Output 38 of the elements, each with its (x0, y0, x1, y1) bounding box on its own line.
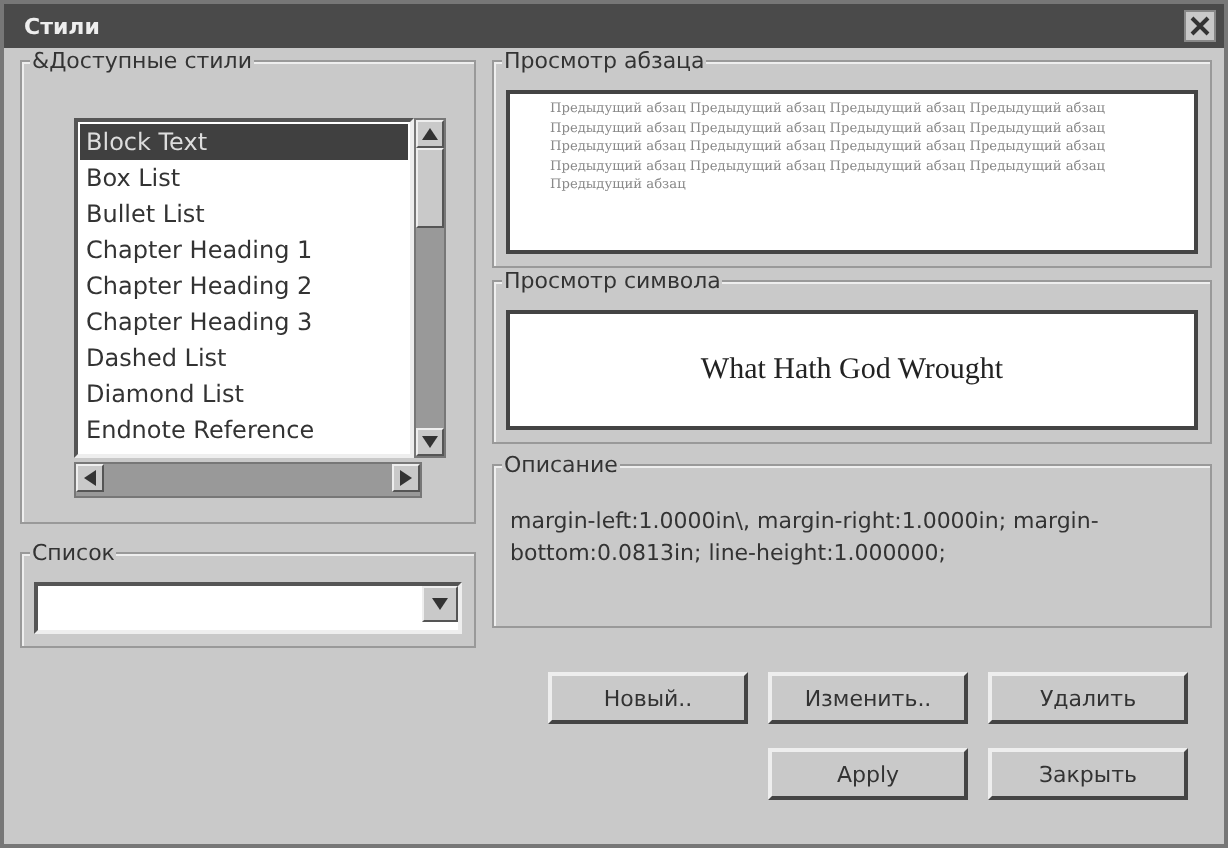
style-item[interactable]: Chapter Heading 1 (80, 232, 408, 268)
style-item[interactable]: Block Text (80, 124, 408, 160)
description-text: margin-left:1.0000in\, margin-right:1.0000in; margin-bottom:0.0813in; line-height:1.000000; (508, 506, 1101, 570)
style-item[interactable]: Dashed List (80, 340, 408, 376)
action-button[interactable]: Новый.. (548, 672, 748, 724)
group-label: Описание (502, 452, 620, 478)
action-button[interactable]: Изменить.. (768, 672, 968, 724)
style-item[interactable]: Bullet List (80, 196, 408, 232)
window-title: Стили (24, 13, 100, 39)
horizontal-scrollbar[interactable] (74, 462, 422, 498)
right-arrow-icon (400, 470, 412, 486)
style-item[interactable]: Endnote Reference (80, 412, 408, 448)
down-arrow-icon (432, 598, 448, 610)
scroll-down-button[interactable] (416, 428, 444, 456)
down-arrow-icon (422, 436, 438, 448)
style-item[interactable]: Chapter Heading 3 (80, 304, 408, 340)
vertical-scrollbar[interactable] (414, 118, 446, 458)
list-dropdown[interactable] (34, 582, 462, 634)
dialog-button[interactable]: Apply (768, 748, 968, 800)
close-button[interactable] (1184, 10, 1216, 42)
group-label: Просмотр абзаца (502, 48, 707, 74)
sample-text: What Hath God Wrought (698, 352, 1006, 390)
group-label: &Доступные стили (30, 48, 254, 74)
group-label: Просмотр символа (502, 268, 723, 294)
styles-list[interactable]: Block Text Box List Bullet List Chapter Heading 1 Chapter Heading 2 Chapter Heading 3 Dashed List Diamond List Endnote Reference (74, 118, 414, 458)
scroll-right-button[interactable] (392, 464, 420, 492)
action-button[interactable]: Удалить (988, 672, 1188, 724)
style-item[interactable]: Diamond List (80, 376, 408, 412)
dropdown-button[interactable] (422, 586, 458, 622)
style-item[interactable]: Chapter Heading 2 (80, 268, 408, 304)
left-arrow-icon (84, 470, 96, 486)
scroll-left-button[interactable] (76, 464, 104, 492)
up-arrow-icon (422, 128, 438, 140)
dialog-button[interactable]: Закрыть (988, 748, 1188, 800)
style-item[interactable]: Box List (80, 160, 408, 196)
group-label: Список (30, 540, 117, 566)
scroll-up-button[interactable] (416, 120, 444, 148)
scroll-thumb[interactable] (416, 148, 444, 228)
